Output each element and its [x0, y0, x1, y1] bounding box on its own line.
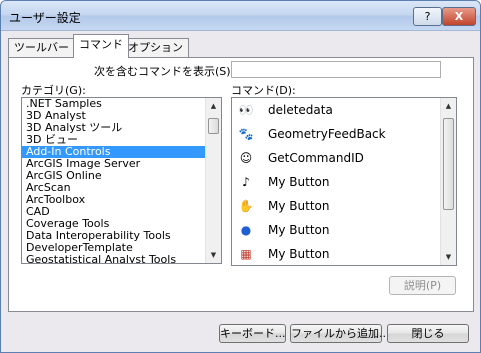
describe-button[interactable]: 説明(P) [389, 276, 456, 295]
command-item[interactable]: ☺ GetCommandID [232, 146, 456, 170]
smiley-icon: ☺ [239, 151, 253, 165]
window-title: ユーザー設定 [9, 11, 81, 25]
rubiks-cube-icon: ▦ [240, 247, 252, 261]
help-button[interactable]: ? [413, 7, 442, 26]
command-item-label: My Button [268, 199, 330, 213]
category-scrollbar[interactable]: ▲ ▼ [205, 98, 221, 263]
command-item[interactable]: 👀 deletedata [232, 98, 456, 122]
command-item[interactable]: ✋ My Button [232, 194, 456, 218]
command-item-label: GetCommandID [268, 151, 364, 165]
scroll-up-arrow-icon[interactable]: ▲ [206, 98, 221, 114]
commands-label: コマンド(D): [231, 84, 296, 97]
scroll-up-arrow-icon[interactable]: ▲ [441, 98, 456, 114]
scroll-thumb[interactable] [208, 118, 219, 134]
command-item[interactable]: ● My Button [232, 218, 456, 242]
command-item-label: My Button [268, 175, 330, 189]
add-from-file-button[interactable]: ファイルから追加... [290, 324, 390, 343]
category-label: カテゴリ(G): [21, 84, 86, 97]
binoculars-icon: 👀 [238, 103, 254, 117]
filter-label: 次を含むコマンドを表示(S): [94, 65, 235, 78]
command-item-label: My Button [268, 247, 330, 261]
paw-icon: 🐾 [238, 127, 254, 141]
command-item-label: GeometryFeedBack [268, 127, 386, 141]
command-scrollbar[interactable]: ▲ ▼ [440, 98, 456, 265]
keyboard-button[interactable]: キーボード... [219, 324, 286, 343]
title-bar[interactable]: ユーザー設定 ? X [1, 1, 480, 31]
tab-options[interactable]: オプション [122, 38, 189, 57]
command-item[interactable]: ▦ My Button [232, 242, 456, 265]
customize-dialog: ユーザー設定 ? X ツールバー コマンド オプション 次を含むコマンドを表示(… [0, 0, 481, 353]
command-item-label: My Button [268, 223, 330, 237]
close-window-button[interactable]: X [442, 7, 476, 26]
scroll-thumb[interactable] [443, 118, 454, 210]
command-items: 👀 deletedata 🐾 GeometryFeedBack ☺ GetCommandI… [232, 98, 456, 265]
command-list[interactable]: 👀 deletedata 🐾 GeometryFeedBack ☺ GetCommandI… [231, 97, 457, 266]
category-items: .NET Samples 3D Analyst 3D Analyst ツール 3D ビ… [22, 98, 221, 264]
scroll-down-arrow-icon[interactable]: ▼ [206, 247, 221, 263]
blue-sphere-icon: ● [240, 223, 252, 237]
command-item[interactable]: ♪ My Button [232, 170, 456, 194]
category-list[interactable]: .NET Samples 3D Analyst 3D Analyst ツール 3D ビ… [21, 97, 222, 264]
tab-toolbars[interactable]: ツールバー [8, 38, 75, 57]
handshake-icon: ✋ [238, 199, 254, 213]
close-button[interactable]: 閉じる [387, 324, 469, 343]
scroll-down-arrow-icon[interactable]: ▼ [441, 249, 456, 265]
filter-input[interactable] [231, 61, 441, 78]
command-item[interactable]: 🐾 GeometryFeedBack [232, 122, 456, 146]
tab-commands[interactable]: コマンド [73, 34, 129, 58]
command-item-label: deletedata [268, 103, 333, 117]
category-item[interactable]: Geostatistical Analyst Tools [22, 254, 221, 264]
music-note-icon: ♪ [242, 175, 250, 189]
category-item[interactable]: ArcToolbox [22, 194, 221, 206]
